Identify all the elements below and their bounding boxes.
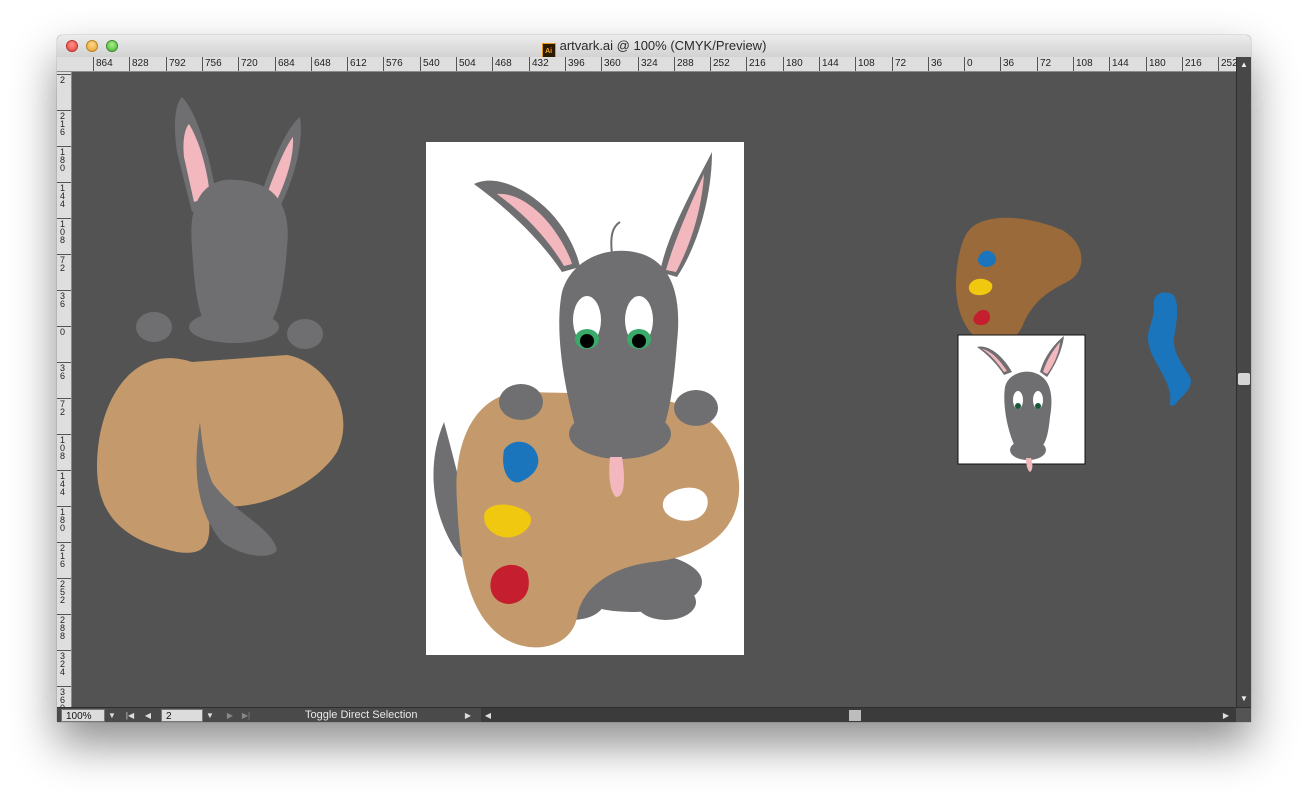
- ruler-label: 2: [60, 75, 66, 85]
- ruler-label: 540: [423, 58, 440, 69]
- last-artboard-icon[interactable]: ▶|: [239, 708, 253, 722]
- scroll-down-arrow-icon[interactable]: ▼: [1237, 693, 1251, 705]
- vertical-ruler[interactable]: 2 216 180 144 108 72 36 0 36 72 108 144 180 216 252 288…: [57, 72, 72, 707]
- ruler-label: 468: [495, 58, 512, 69]
- next-artboard-icon[interactable]: ▶: [223, 708, 237, 722]
- ruler-label: 360: [60, 687, 66, 708]
- artwork-canvas[interactable]: [72, 72, 1235, 707]
- ruler-label: 144: [1112, 58, 1129, 69]
- vertical-scrollbar[interactable]: ▲ ▼: [1236, 57, 1251, 707]
- ruler-label: 180: [1149, 58, 1166, 69]
- right-paw-back: [287, 319, 323, 349]
- ruler-label: 684: [278, 58, 295, 69]
- ruler-label: 432: [532, 58, 549, 69]
- ruler-label: 252: [60, 579, 66, 605]
- blue-paint-shape[interactable]: [1147, 292, 1191, 406]
- horizontal-scroll-thumb[interactable]: [849, 710, 861, 721]
- artboard-number-field[interactable]: 2: [161, 709, 203, 722]
- main-right-pupil: [632, 334, 646, 348]
- aardvark-back-view[interactable]: [97, 97, 344, 556]
- ruler-label: 36: [1003, 58, 1015, 69]
- main-right-paw: [674, 390, 718, 426]
- ruler-label: 720: [241, 58, 258, 69]
- ruler-label: 180: [60, 147, 66, 173]
- ruler-label: 288: [677, 58, 694, 69]
- status-menu-arrow-icon[interactable]: ▶: [461, 708, 475, 722]
- ruler-label: 108: [60, 435, 66, 461]
- main-left-paw: [499, 384, 543, 420]
- ruler-label: 576: [386, 58, 403, 69]
- ruler-label: 0: [967, 58, 973, 69]
- palette-thumb-hole: [669, 489, 703, 519]
- ruler-label: 72: [60, 399, 66, 417]
- ruler-label: 756: [205, 58, 222, 69]
- title-bar[interactable]: Ai artvark.ai @ 100% (CMYK/Preview): [57, 35, 1251, 58]
- vertical-scroll-thumb[interactable]: [1238, 373, 1250, 385]
- ruler-label: 216: [1185, 58, 1202, 69]
- artboard-thumbnail[interactable]: [957, 334, 1086, 472]
- ruler-label: 72: [60, 255, 66, 273]
- thumb-right-pupil: [1035, 403, 1041, 409]
- ruler-label: 108: [60, 219, 66, 245]
- illustrator-window: Ai artvark.ai @ 100% (CMYK/Preview) 864 82…: [57, 35, 1251, 722]
- ruler-label: 396: [568, 58, 585, 69]
- scroll-up-arrow-icon[interactable]: ▲: [1237, 59, 1251, 71]
- ruler-label: 144: [60, 471, 66, 497]
- snout-back: [189, 311, 279, 343]
- zoom-field[interactable]: 100%: [61, 709, 105, 722]
- resize-grip-icon[interactable]: [1236, 708, 1251, 722]
- scroll-right-arrow-icon[interactable]: ▶: [1219, 708, 1233, 722]
- ruler-label: 324: [641, 58, 658, 69]
- main-foot-right: [636, 584, 696, 620]
- ruler-label: 72: [1040, 58, 1052, 69]
- document-title: artvark.ai @ 100% (CMYK/Preview): [559, 38, 767, 53]
- ruler-label: 360: [604, 58, 621, 69]
- status-bar: 100% ▼ |◀ ◀ 2 ▼ ▶ ▶| Toggle Direct Selec…: [57, 707, 1251, 722]
- ruler-label: 36: [60, 291, 66, 309]
- thumb-snout: [1010, 440, 1046, 460]
- ruler-label: 504: [459, 58, 476, 69]
- ruler-label: 864: [96, 58, 113, 69]
- horizontal-ruler[interactable]: 864 828 792 756 720 684 648 612 576 540 504 468 432 3…: [57, 57, 1237, 72]
- horizontal-scrollbar[interactable]: ◀ ▶: [481, 708, 1241, 722]
- ruler-label: 108: [858, 58, 875, 69]
- main-snout: [569, 409, 671, 459]
- tool-status-label: Toggle Direct Selection: [305, 709, 418, 721]
- left-paw-back: [136, 312, 172, 342]
- main-left-pupil: [580, 334, 594, 348]
- ruler-label: 36: [931, 58, 943, 69]
- illustrator-file-icon: Ai: [541, 43, 556, 58]
- ruler-label: 36: [60, 363, 66, 381]
- ruler-label: 216: [749, 58, 766, 69]
- ruler-label: 216: [60, 543, 66, 569]
- artboard-dropdown-icon[interactable]: ▼: [203, 708, 217, 722]
- first-artboard-icon[interactable]: |◀: [123, 708, 137, 722]
- window-title: Ai artvark.ai @ 100% (CMYK/Preview): [57, 35, 1251, 58]
- ruler-label: 612: [350, 58, 367, 69]
- ruler-label: 144: [822, 58, 839, 69]
- palette-icon-artwork[interactable]: [955, 217, 1082, 345]
- ruler-label: 108: [1076, 58, 1093, 69]
- zoom-dropdown-icon[interactable]: ▼: [105, 708, 119, 722]
- ruler-label: 144: [60, 183, 66, 209]
- ruler-label: 180: [60, 507, 66, 533]
- ruler-label: 648: [314, 58, 331, 69]
- ruler-label: 792: [169, 58, 186, 69]
- ruler-label: 216: [60, 111, 66, 137]
- ruler-label: 324: [60, 651, 66, 677]
- ruler-label: 0: [60, 327, 66, 337]
- ruler-label: 180: [786, 58, 803, 69]
- ruler-label: 252: [713, 58, 730, 69]
- thumb-tongue: [1026, 458, 1033, 472]
- previous-artboard-icon[interactable]: ◀: [141, 708, 155, 722]
- ruler-label: 828: [132, 58, 149, 69]
- scroll-left-arrow-icon[interactable]: ◀: [481, 708, 495, 722]
- ruler-label: 252: [1221, 58, 1237, 69]
- thumb-left-pupil: [1015, 403, 1021, 409]
- ruler-label: 72: [895, 58, 907, 69]
- head-back: [191, 179, 288, 327]
- canvas-area[interactable]: [72, 72, 1235, 707]
- artboard-main[interactable]: [426, 142, 744, 655]
- ruler-label: 288: [60, 615, 66, 641]
